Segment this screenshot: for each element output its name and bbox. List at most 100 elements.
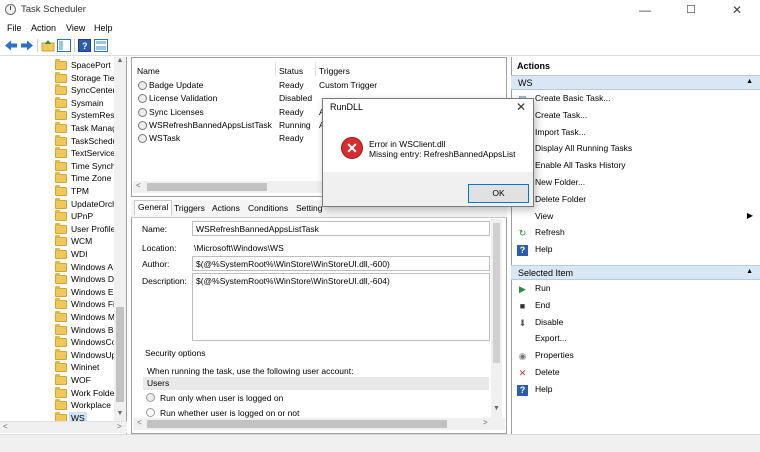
column-header-status[interactable]: Status <box>279 66 303 76</box>
detail-scroll-thumb[interactable] <box>493 223 500 363</box>
action-item[interactable]: ▤Enable All Tasks History <box>515 159 755 174</box>
maximize-button[interactable]: ☐ <box>668 0 714 20</box>
tree-item[interactable]: WindowsCo <box>55 336 115 349</box>
folder-icon <box>55 96 67 108</box>
dialog-close-button[interactable]: ✕ <box>516 100 526 114</box>
actions-group-selected-item[interactable]: Selected Item ▲ <box>511 265 760 280</box>
tree-item[interactable]: Windows A <box>55 260 115 274</box>
tree-item[interactable]: SyncCenter <box>55 84 115 97</box>
scroll-left-icon[interactable]: < <box>136 181 141 190</box>
action-item[interactable]: ? Help <box>515 243 755 258</box>
detail-horizontal-scrollbar[interactable]: < > <box>133 418 505 430</box>
forward-arrow-icon[interactable] <box>20 39 34 52</box>
tree-item[interactable]: Wininet <box>55 361 115 374</box>
actions-group-ws[interactable]: WS ▲ <box>511 75 760 90</box>
task-list-scroll-thumb[interactable] <box>147 183 267 191</box>
action-item[interactable]: ⬇ Disable <box>515 316 755 331</box>
tree-item[interactable]: Work Folde <box>55 386 115 400</box>
name-field[interactable]: WSRefreshBannedAppsListTask <box>192 221 490 236</box>
tree-item[interactable]: Windows D <box>55 273 115 286</box>
action-item[interactable]: ■ End <box>515 299 755 314</box>
tree-item[interactable]: Workplace <box>55 399 115 412</box>
detail-hscroll-thumb[interactable] <box>147 420 447 428</box>
action-item[interactable]: ▶ Run <box>515 282 755 297</box>
action-item[interactable]: ✕ Delete <box>515 366 755 381</box>
column-header-name[interactable]: Name <box>137 66 160 76</box>
action-item[interactable]: ▬New Folder... <box>515 176 755 191</box>
collapse-up-icon[interactable]: ▲ <box>746 268 753 275</box>
scroll-down-icon[interactable]: ▼ <box>114 410 126 420</box>
tree-item[interactable]: User Profile <box>55 222 115 236</box>
action-item[interactable]: Export... <box>515 332 755 347</box>
task-row[interactable]: Badge Update Ready Custom Trigger <box>136 79 506 92</box>
radio-run-logged-on[interactable] <box>146 393 155 402</box>
collapse-up-icon[interactable]: ▲ <box>746 78 753 85</box>
tree-item[interactable]: Sysmain <box>55 96 115 110</box>
tree-item[interactable]: Task Manag <box>55 122 115 135</box>
tree-item[interactable]: UPnP <box>55 210 115 223</box>
tree-item[interactable]: Storage Tie <box>55 71 115 85</box>
tree-item[interactable]: WOF <box>55 374 115 387</box>
menu-file[interactable]: File <box>7 23 22 33</box>
close-button[interactable]: ✕ <box>714 0 760 20</box>
up-folder-icon[interactable] <box>41 39 55 52</box>
tab-actions[interactable]: Actions <box>212 203 240 213</box>
scroll-right-icon[interactable]: > <box>483 418 488 427</box>
radio-run-whether-logged-on[interactable] <box>146 408 155 417</box>
scroll-up-icon[interactable]: ▲ <box>114 57 126 67</box>
scroll-left-icon[interactable]: < <box>3 422 8 431</box>
tree-item[interactable]: WCM <box>55 235 115 248</box>
tree-item[interactable]: WindowsUp <box>55 348 115 362</box>
show-pane-icon[interactable] <box>57 39 71 52</box>
description-label: Description: <box>142 276 187 286</box>
author-field[interactable]: $(@%SystemRoot%\WinStore\WinStoreUI.dll,… <box>192 256 490 271</box>
action-item[interactable]: ✕Delete Folder <box>515 193 755 208</box>
tree-item[interactable]: Windows M <box>55 311 115 324</box>
tree-item[interactable]: Windows Er <box>55 285 115 299</box>
action-item[interactable]: ▤Import Task... <box>515 126 755 141</box>
tree-item[interactable]: SpacePort <box>55 59 115 72</box>
action-item[interactable]: ↻ Refresh <box>515 226 755 241</box>
action-item[interactable]: ▤Create Task... <box>515 109 755 124</box>
properties-pane-icon[interactable] <box>94 39 108 52</box>
tree-item[interactable]: Time Zone <box>55 172 115 185</box>
tree-scroll-thumb[interactable] <box>116 307 124 402</box>
tree-item[interactable]: Time Synch <box>55 159 115 173</box>
tab-settings[interactable]: Setting <box>296 203 322 213</box>
tree-item[interactable]: TPM <box>55 185 115 198</box>
tab-conditions[interactable]: Conditions <box>248 203 288 213</box>
description-field[interactable]: $(@%SystemRoot%\WinStore\WinStoreUI.dll,… <box>192 273 490 341</box>
action-item[interactable]: ? Help <box>515 383 755 398</box>
menu-view[interactable]: View <box>66 23 85 33</box>
back-arrow-icon[interactable] <box>4 39 18 52</box>
tab-general[interactable]: General <box>134 200 173 215</box>
folder-icon <box>55 185 67 196</box>
tree-horizontal-scrollbar[interactable]: < > <box>0 421 127 433</box>
folder-icon <box>55 159 67 171</box>
svg-text:?: ? <box>82 41 88 51</box>
tree-vertical-scrollbar[interactable]: ▲ ▼ <box>114 57 126 422</box>
tree-item[interactable]: UpdateOrch <box>55 197 115 211</box>
tree-item[interactable]: TextService <box>55 147 115 160</box>
tab-triggers[interactable]: Triggers <box>174 203 205 213</box>
action-item[interactable]: View ▶ <box>515 210 755 225</box>
tree-item[interactable]: TaskSchedu <box>55 134 115 148</box>
column-header-triggers[interactable]: Triggers <box>319 66 350 76</box>
scroll-right-icon[interactable]: > <box>117 422 122 431</box>
minimize-button[interactable]: — <box>622 0 668 20</box>
action-item[interactable]: ▦Display All Running Tasks <box>515 142 755 157</box>
menu-action[interactable]: Action <box>31 23 56 33</box>
menu-help[interactable]: Help <box>94 23 113 33</box>
detail-vertical-scrollbar[interactable]: ▼ <box>491 219 502 419</box>
folder-icon <box>55 134 67 146</box>
tree-item[interactable]: SystemRest <box>55 109 115 122</box>
tree-item[interactable]: Windows Fi <box>55 298 115 311</box>
help-icon[interactable]: ? <box>78 39 92 52</box>
ok-button[interactable]: OK <box>468 184 529 203</box>
scroll-left-icon[interactable]: < <box>137 418 142 427</box>
tree-item[interactable]: Windows Ba <box>55 323 115 337</box>
action-item[interactable]: ▤Create Basic Task... <box>515 92 755 107</box>
action-item[interactable]: ◉ Properties <box>515 349 755 364</box>
tree-item[interactable]: WDI <box>55 248 115 261</box>
scroll-down-icon[interactable]: ▼ <box>491 405 502 415</box>
